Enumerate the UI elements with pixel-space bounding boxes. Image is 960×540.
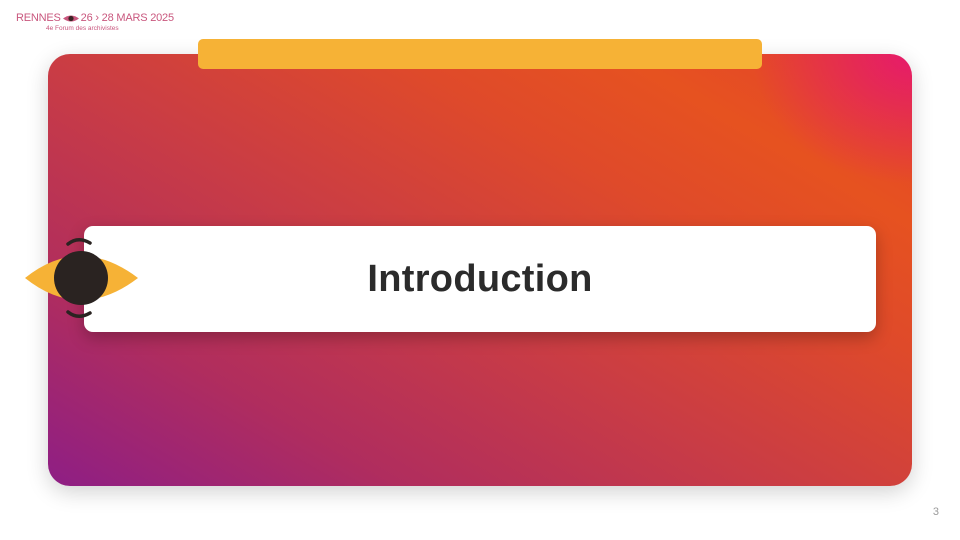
slide: RENNES 26 › 28 MARS 2025 4e Forum des ar… xyxy=(0,0,960,540)
eye-icon xyxy=(25,238,138,318)
eye-icon xyxy=(62,15,79,21)
page-number: 3 xyxy=(932,506,939,518)
event-logo-line1: RENNES 26 › 28 MARS 2025 xyxy=(16,12,174,24)
event-logo-city: RENNES xyxy=(16,12,61,24)
accent-bar xyxy=(198,39,762,69)
slide-title: Introduction xyxy=(367,257,593,300)
event-logo-dates: 26 › 28 MARS 2025 xyxy=(80,12,174,24)
event-logo: RENNES 26 › 28 MARS 2025 4e Forum des ar… xyxy=(16,12,186,38)
title-box: Introduction xyxy=(84,226,876,332)
event-logo-subtitle: 4e Forum des archivistes xyxy=(46,25,119,32)
